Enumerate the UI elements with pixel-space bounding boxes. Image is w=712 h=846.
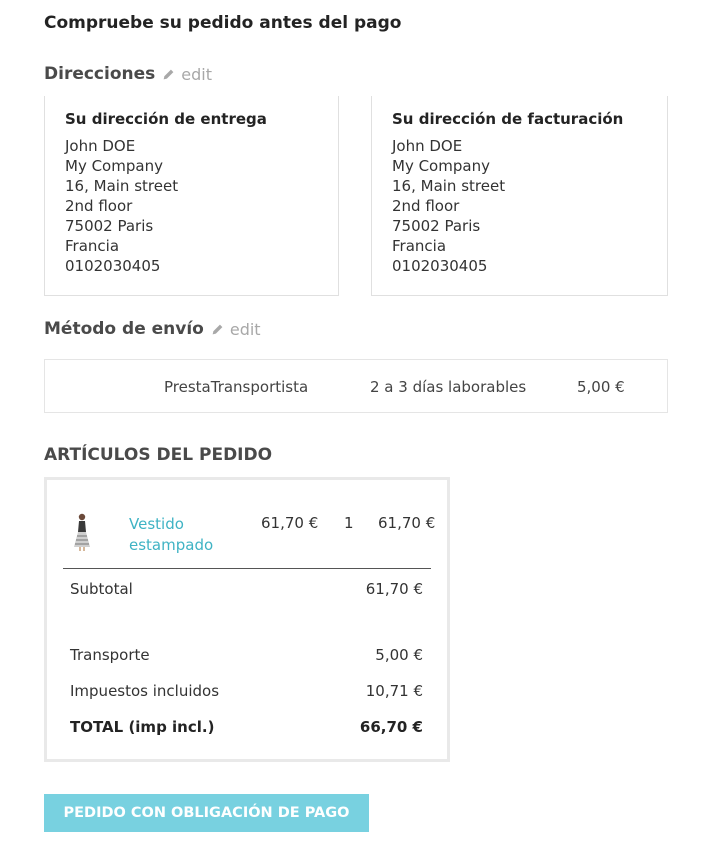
pencil-icon [212, 324, 223, 334]
delivery-address-card: Su dirección de entrega John DOE My Comp… [44, 96, 339, 296]
address-line: Francia [65, 237, 120, 255]
carrier-name: PrestaTransportista [164, 378, 309, 396]
items-divider [63, 568, 431, 569]
address-line: My Company [65, 157, 163, 175]
address-line: 2nd floor [392, 197, 460, 215]
address-line: 0102030405 [392, 257, 488, 275]
addresses-edit-link[interactable]: edit [162, 65, 212, 84]
shipping-method-row: PrestaTransportista 2 a 3 días laborable… [44, 359, 668, 413]
shipping-cost-label: Transporte [70, 646, 150, 664]
address-line: 16, Main street [392, 177, 506, 195]
tax-label: Impuestos incluidos [70, 682, 220, 700]
carrier-delay: 2 a 3 días laborables [370, 378, 527, 396]
shipping-section-title: Método de envío edit [44, 319, 261, 339]
pencil-icon [163, 69, 174, 79]
address-line: 16, Main street [65, 177, 179, 195]
address-line: My Company [392, 157, 490, 175]
order-items-card: Vestido estampado 61,70 € 1 61,70 € Subt… [44, 477, 450, 762]
shipping-heading: Método de envío [44, 319, 204, 339]
addresses-edit-label: edit [181, 64, 212, 84]
address-line: 75002 Paris [65, 217, 154, 235]
page-title: Compruebe su pedido antes del pago [44, 13, 402, 33]
billing-address-card: Su dirección de facturación John DOE My … [371, 96, 668, 296]
shipping-cost-value: 5,00 € [375, 646, 423, 664]
product-total: 61,70 € [378, 514, 436, 532]
delivery-address-lines: John DOE My Company 16, Main street 2nd … [65, 136, 178, 276]
address-line: 2nd floor [65, 197, 133, 215]
dress-thumbnail-icon [74, 513, 90, 551]
confirm-payment-button[interactable]: PEDIDO CON OBLIGACIÓN DE PAGO [44, 794, 369, 832]
address-line: John DOE [392, 137, 463, 155]
addresses-section-title: Direcciones edit [44, 64, 212, 84]
shipping-edit-label: edit [229, 319, 261, 339]
address-line: 75002 Paris [392, 217, 481, 235]
addresses-heading: Direcciones [44, 64, 156, 84]
delivery-address-title: Su dirección de entrega [65, 110, 267, 128]
shipping-edit-link[interactable]: edit [211, 320, 261, 339]
billing-address-lines: John DOE My Company 16, Main street 2nd … [392, 136, 505, 276]
product-name-link[interactable]: Vestido estampado [129, 514, 239, 556]
subtotal-value: 61,70 € [365, 580, 423, 598]
address-line: 0102030405 [65, 257, 161, 275]
billing-address-title: Su dirección de facturación [392, 110, 624, 128]
product-quantity: 1 [344, 514, 354, 532]
tax-value: 10,71 € [365, 682, 423, 700]
subtotal-label: Subtotal [70, 580, 133, 598]
items-section-title: ARTÍCULOS DEL PEDIDO [44, 445, 273, 465]
address-line: John DOE [65, 137, 136, 155]
total-value: 66,70 € [359, 718, 423, 736]
carrier-price: 5,00 € [577, 378, 625, 396]
total-label: TOTAL (imp incl.) [70, 718, 215, 736]
address-line: Francia [392, 237, 447, 255]
product-unit-price: 61,70 € [261, 514, 319, 532]
